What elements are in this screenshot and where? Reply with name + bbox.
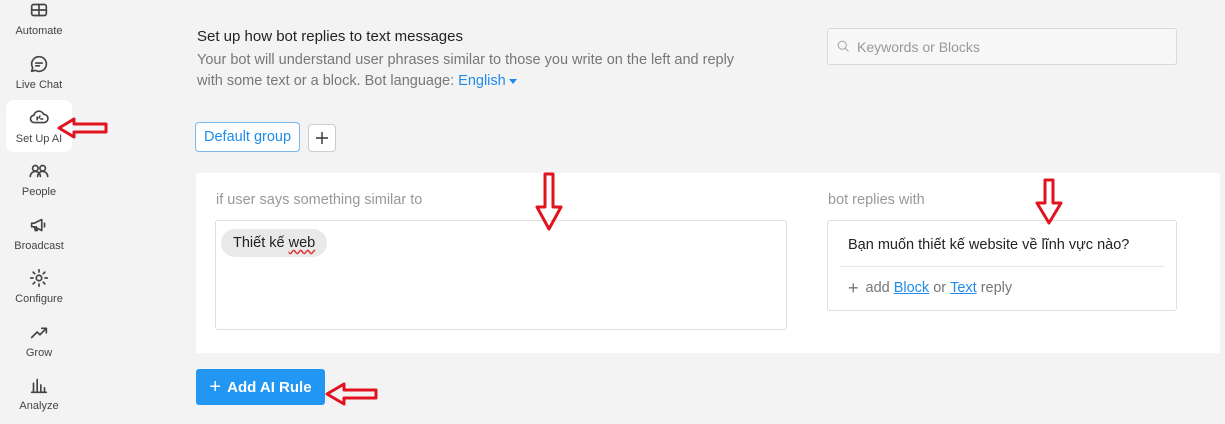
user-says-label: if user says something similar to: [216, 192, 423, 208]
plus-icon: +: [209, 376, 222, 398]
bar-chart-icon: [30, 378, 48, 394]
plus-icon: +: [848, 278, 859, 298]
phrase-text-misspelled: web: [288, 235, 316, 251]
sidebar-item-label: Live Chat: [15, 79, 63, 91]
search-input[interactable]: [857, 38, 1157, 55]
add-group-button[interactable]: [308, 124, 336, 152]
search-icon: [837, 40, 849, 52]
tab-default-group[interactable]: Default group: [195, 122, 301, 152]
bot-replies-box: Bạn muốn thiết kế website về lĩnh vực nà…: [827, 220, 1177, 311]
annotation-arrow-left-icon: [325, 382, 378, 406]
sidebar-item-analyze[interactable]: Analyze: [6, 367, 72, 419]
sidebar-item-label: People: [21, 186, 57, 198]
sidebar-item-label: Automate: [15, 25, 63, 37]
language-dropdown[interactable]: English: [458, 73, 517, 89]
page-description: Your bot will understand user phrases si…: [197, 50, 757, 92]
sidebar-item-label: Configure: [15, 293, 63, 305]
search-box: [827, 28, 1177, 65]
sidebar: Automate Live Chat Set Up AI People Broa…: [0, 0, 78, 424]
language-label: English: [458, 73, 506, 89]
sidebar-item-set-up-ai[interactable]: Set Up AI: [6, 100, 72, 152]
chat-bubble-icon: [30, 55, 48, 73]
or-label: or: [933, 280, 947, 296]
trend-up-icon: [30, 327, 48, 339]
user-phrases-input[interactable]: Thiết kế web: [215, 220, 787, 330]
plus-icon: [316, 132, 328, 144]
sidebar-item-label: Grow: [25, 347, 53, 359]
sidebar-item-grow[interactable]: Grow: [6, 314, 72, 366]
megaphone-icon: [30, 218, 46, 232]
phrase-chip[interactable]: Thiết kế web: [221, 229, 328, 257]
sidebar-item-live-chat[interactable]: Live Chat: [6, 46, 72, 98]
add-reply-row: + add Block or Text reply: [848, 279, 1012, 297]
ai-rule-card: if user says something similar to Thiết …: [196, 173, 1220, 353]
reply-label: reply: [980, 280, 1013, 296]
bot-replies-label: bot replies with: [828, 192, 925, 208]
add-text-link[interactable]: Text: [950, 280, 977, 296]
add-label: add: [865, 280, 890, 296]
add-ai-rule-label: Add AI Rule: [227, 378, 312, 396]
gear-icon: [29, 268, 49, 288]
add-ai-rule-button[interactable]: + Add AI Rule: [196, 369, 325, 405]
sidebar-item-label: Set Up AI: [15, 133, 63, 145]
phrase-text-part: Thiết kế: [233, 235, 285, 251]
sidebar-item-broadcast[interactable]: Broadcast: [6, 207, 72, 259]
sidebar-item-configure[interactable]: Configure: [6, 260, 72, 312]
sidebar-item-automate[interactable]: Automate: [6, 0, 72, 44]
automate-icon: [30, 3, 48, 17]
sidebar-item-people[interactable]: People: [6, 153, 72, 205]
sidebar-item-label: Analyze: [19, 400, 59, 412]
caret-down-icon: [508, 78, 517, 84]
reply-text[interactable]: Bạn muốn thiết kế website về lĩnh vực nà…: [848, 237, 1129, 253]
page-title: Set up how bot replies to text messages: [197, 28, 463, 45]
people-icon: [29, 164, 49, 178]
sidebar-item-label: Broadcast: [14, 240, 64, 252]
add-block-link[interactable]: Block: [894, 280, 929, 296]
divider: [840, 266, 1164, 267]
brain-cloud-icon: [29, 110, 49, 124]
